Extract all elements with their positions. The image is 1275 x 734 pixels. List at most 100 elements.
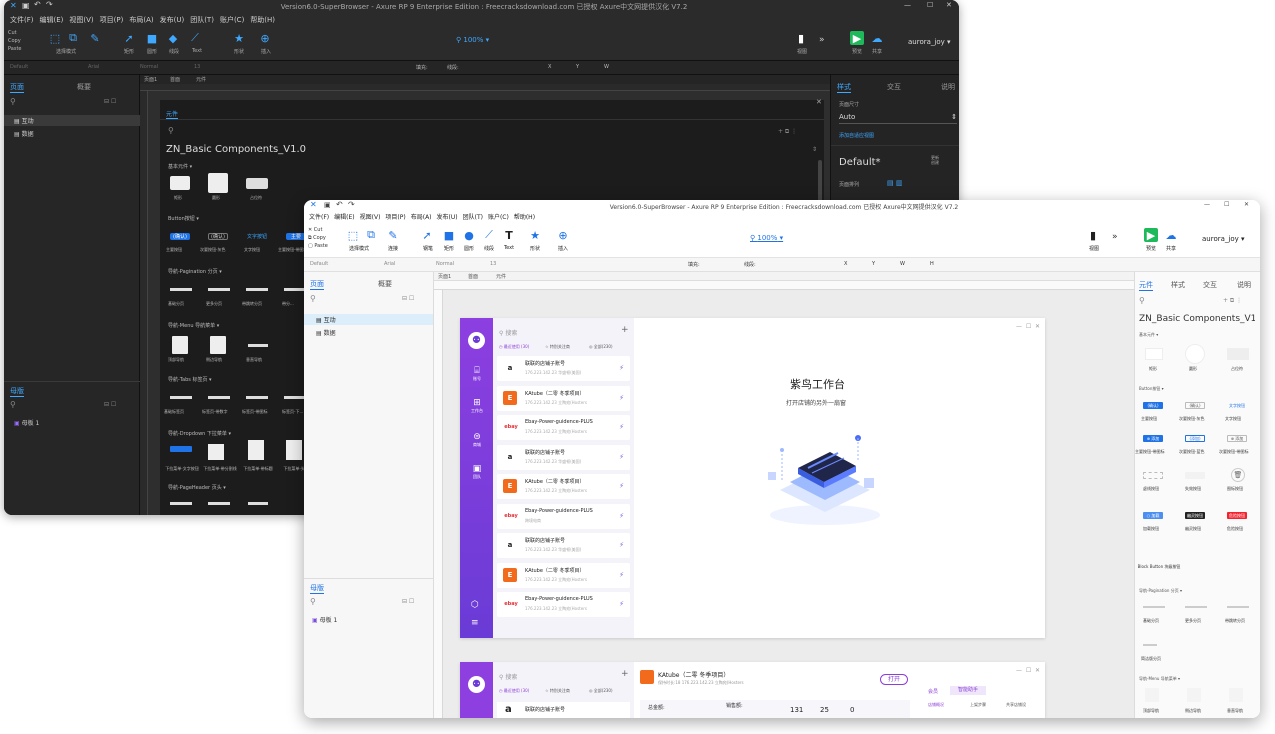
menu-item[interactable]: 账户(C) [220, 14, 244, 27]
copy-button[interactable]: ⧉ Copy [308, 234, 328, 242]
tab-libraries[interactable]: 元件 [1139, 280, 1153, 291]
masters-title[interactable]: 母版 [310, 583, 324, 594]
circle-component[interactable] [1185, 344, 1205, 364]
filter-favorite[interactable]: ☆ 特别关注商 [545, 688, 570, 694]
tab-style[interactable]: 样式 [837, 82, 851, 93]
store-card[interactable]: a 联联的店铺子账号 176.223.142.23 华盛顿(美国) ⚡ [497, 444, 630, 470]
menu-sample[interactable] [1229, 688, 1243, 702]
page-tab[interactable]: 页面1 [144, 76, 157, 83]
nav-shop[interactable]: ⊜ 商城 [464, 432, 490, 448]
close-library-icon[interactable]: ✕ [816, 98, 822, 106]
search-icon[interactable]: ⚲ [310, 294, 316, 303]
view-icon[interactable]: ▮ [794, 31, 808, 45]
close-icon[interactable]: ✕ [1244, 201, 1249, 208]
launch-icon[interactable]: ⚡ [619, 423, 624, 431]
store-card[interactable]: E KAtube（二零 冬季项目） 176.223.142.23 立陶宛(Hoste… [497, 562, 630, 588]
pointer-icon[interactable]: ➚ [122, 31, 136, 45]
page-tab[interactable]: 页面1 [438, 273, 451, 280]
tabs-sample[interactable] [284, 396, 306, 399]
font-style-select[interactable]: Default [10, 64, 28, 70]
user-menu[interactable]: aurora_joy ▾ [908, 38, 951, 46]
menu-item[interactable]: 发布(U) [160, 14, 185, 27]
add-adaptive-view-link[interactable]: 添加自适应视图 [839, 132, 874, 139]
filter-recent[interactable]: ◷ 最近使用 (30) [499, 344, 529, 350]
line-icon[interactable]: ⟋ [188, 31, 202, 45]
pagination-sample[interactable] [1227, 606, 1249, 608]
line-icon[interactable]: ⟋ [482, 228, 496, 242]
tab-members[interactable]: 会员 [928, 688, 938, 695]
add-master-icon[interactable]: ⊟ ☐ [402, 598, 414, 605]
pageheader-sample[interactable] [248, 502, 268, 505]
section-pagination[interactable]: 导航-Pagination 分页 ▾ [1139, 588, 1182, 594]
primary-button-sample[interactable]: (确认) [1143, 402, 1163, 409]
pagination-sample[interactable] [1143, 606, 1165, 608]
add-store-icon[interactable]: + [621, 669, 629, 679]
rectangle-icon[interactable]: ■ [145, 31, 159, 45]
dropdown-sample[interactable] [170, 446, 192, 452]
preview-icon[interactable]: ▶ [850, 31, 864, 45]
menu-icon[interactable]: ≡ [471, 618, 479, 628]
section-basic[interactable]: 基本元件 ▾ [168, 163, 192, 170]
icon-button-sample[interactable]: 主要 [286, 233, 306, 240]
dropdown-sample[interactable] [208, 444, 224, 460]
pagination-sample[interactable] [208, 288, 230, 291]
masters-search-icon[interactable]: ⚲ [310, 597, 316, 606]
menu-sample[interactable] [210, 336, 226, 354]
pen-icon[interactable]: ✎ [88, 31, 102, 45]
minimize-icon[interactable]: — [1204, 201, 1210, 208]
menu-item[interactable]: 账户(C) [488, 212, 509, 224]
insert-icon[interactable]: ⊕ [556, 228, 570, 242]
more-icon[interactable]: » [819, 35, 825, 45]
launch-icon[interactable]: ⚡ [619, 600, 624, 608]
close-icon[interactable]: ✕ [946, 1, 952, 9]
secondary-icon-button-sample[interactable]: ⊕ 添加 [1227, 435, 1247, 442]
section-buttons[interactable]: Button按钮 ▾ [168, 215, 199, 222]
tabs-sample[interactable] [208, 396, 230, 399]
trash-icon[interactable]: 🗑 [1231, 468, 1245, 482]
font-family-select[interactable]: Arial [88, 64, 99, 70]
library-actions[interactable]: + ⧉ ⋮ [778, 128, 797, 136]
menu-item[interactable]: 文件(F) [10, 14, 34, 27]
menu-sample[interactable] [1145, 688, 1159, 702]
rect-component[interactable] [1145, 348, 1163, 360]
cut-button[interactable]: ✕ Cut [308, 226, 328, 234]
zoom-control[interactable]: ⚲ 100% ▾ [456, 36, 489, 44]
store-card[interactable]: E KAtube（二零 冬季项目） 176.223.142.23 立陶宛(Hoste… [497, 385, 630, 411]
menu-sample[interactable] [1187, 688, 1201, 702]
shape-star-icon[interactable]: ★ [232, 31, 246, 45]
add-store-icon[interactable]: + [621, 325, 629, 335]
font-size-select[interactable]: 13 [194, 64, 200, 70]
tab-outline[interactable]: 概要 [378, 279, 392, 289]
section-tabs[interactable]: 导航-Tabs 标签页 ▾ [168, 376, 212, 383]
primary-button-sample[interactable]: (确认) [170, 233, 190, 240]
menu-item[interactable]: 编辑(E) [334, 212, 354, 224]
menu-sample[interactable] [172, 336, 188, 354]
search-icon[interactable]: ⚲ [10, 97, 16, 106]
section-dropdown[interactable]: 导航-Dropdown 下拉菜单 ▾ [168, 430, 231, 437]
launch-icon[interactable]: ⚡ [619, 541, 624, 549]
tabs-sample[interactable] [246, 396, 268, 399]
filter-all[interactable]: ◎ 全部(230) [589, 688, 613, 694]
library-select-icon[interactable]: ⇕ [812, 146, 817, 153]
primary-icon-button-sample[interactable]: ⊕ 添加 [1143, 435, 1163, 442]
window-controls[interactable]: — ☐ ✕ [1016, 667, 1040, 674]
section-buttons[interactable]: Button按钮 ▾ [1139, 386, 1164, 392]
paste-button[interactable]: Paste [8, 45, 22, 53]
save-icon[interactable]: ▣ [22, 1, 30, 10]
store-search[interactable]: ⚲ 搜索 [499, 328, 517, 337]
tab-outline[interactable]: 概要 [77, 82, 91, 92]
menu-item[interactable]: 布局(A) [411, 212, 432, 224]
page-item[interactable]: ▤ 数据 [14, 129, 34, 138]
zoom-control[interactable]: ⚲ 100% ▾ [750, 234, 783, 242]
redo-icon[interactable]: ↷ [348, 200, 355, 209]
store-search[interactable]: ⚲ 搜索 [499, 672, 517, 681]
masters-search-icon[interactable]: ⚲ [10, 400, 16, 409]
rect-component[interactable] [170, 176, 190, 190]
ellipse-icon[interactable]: ● [462, 228, 476, 242]
section-menu[interactable]: 导航-Menu 导航菜单 ▾ [1139, 676, 1180, 682]
library-search-icon[interactable]: ⚲ [168, 126, 174, 135]
dropdown-sample[interactable] [248, 440, 264, 460]
store-card[interactable]: ebay Ebay-Power-guidence-PLUS 176.223.142.… [497, 415, 630, 440]
pointer-icon[interactable]: ➚ [420, 228, 434, 242]
share-cloud-icon[interactable]: ☁ [870, 31, 884, 45]
